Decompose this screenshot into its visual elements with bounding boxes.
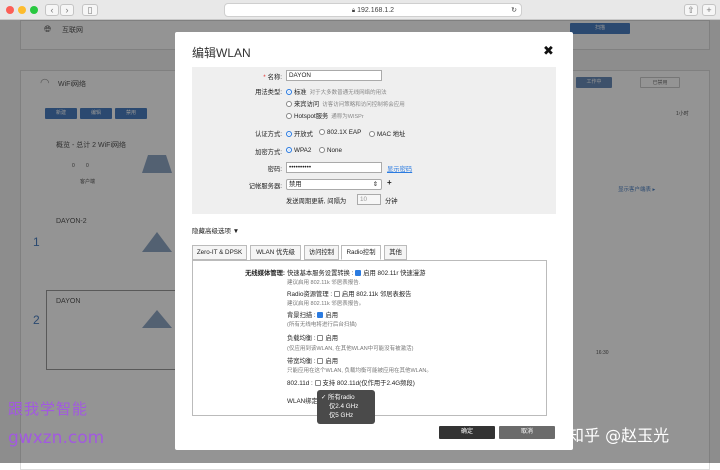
band-balance-hint: 只能应用在这个WLAN, 负载均衡可能被应用在其他WLAN。 [287, 368, 432, 374]
rrm-checkbox[interactable] [333, 291, 340, 297]
watermark-author: 知乎 @赵玉光 [568, 426, 670, 445]
encryption-label: 加密方式: [255, 149, 282, 156]
dropdown-option-24ghz[interactable]: 仅2.4 GHz [321, 402, 375, 411]
sidebar-icon[interactable]: ▯ [82, 4, 98, 16]
url-text: 192.168.1.2 [357, 7, 395, 14]
enc-wpa2-radio[interactable]: WPA2 [286, 147, 311, 154]
auth-label: 认证方式: [255, 131, 282, 138]
wlan-binding-dropdown[interactable]: ✓ 所有radio 仅2.4 GHz 仅5 GHz [317, 390, 375, 424]
auth-8021x-radio[interactable]: 802.1X EAP [319, 129, 361, 136]
interim-label: 发送周期更新, 间隔为 [286, 198, 347, 205]
load-balance-checkbox[interactable] [317, 335, 324, 341]
fast-bss-checkbox[interactable] [355, 270, 362, 276]
band-balance-checkbox[interactable] [317, 358, 324, 364]
share-icon[interactable]: ⇧ [684, 4, 698, 16]
tab-other[interactable]: 其他 [384, 245, 407, 260]
dropdown-option-all-radio[interactable]: ✓ 所有radio [321, 393, 375, 402]
lock-icon: 🔒︎ [351, 8, 356, 14]
ok-button[interactable]: 确定 [439, 426, 495, 439]
band-balance-row: 带宽均衡 : 启用 [287, 358, 339, 365]
load-balance-hint: (仅应用到该WLAN, 在其他WLAN中可能没有被激活) [287, 346, 414, 352]
tab-zero-it[interactable]: Zero-IT & DPSK [192, 245, 247, 260]
cancel-button[interactable]: 取消 [499, 426, 555, 439]
accounting-select[interactable]: 禁用 ⇕ [286, 179, 382, 190]
close-window-button[interactable] [6, 6, 14, 14]
tab-wlan-priority[interactable]: WLAN 优先级 [250, 245, 301, 260]
hide-advanced-toggle[interactable]: 隐藏高级选项 ▼ [192, 225, 239, 235]
auth-mac-radio[interactable]: MAC 地址 [369, 129, 405, 138]
name-input[interactable]: DAYON [286, 70, 382, 81]
add-icon[interactable]: + [387, 178, 392, 187]
back-icon[interactable]: ‹ [45, 4, 59, 16]
accounting-label: 记帐服务器: [248, 183, 282, 190]
reload-icon[interactable]: ↻ [511, 4, 517, 17]
watermark-text: 跟我学智能 [8, 400, 89, 418]
dialog-title: 编辑WLAN [192, 46, 251, 60]
basic-settings-form: * 名称: DAYON 用法类型: 标准 对于大多数普通无线网络的用法 来宾访问 访客… [192, 67, 556, 214]
zoom-window-button[interactable] [30, 6, 38, 14]
interim-input[interactable]: 10 [357, 194, 381, 205]
password-label: 密码: [267, 166, 282, 173]
usage-label: 用法类型: [255, 89, 282, 96]
address-bar[interactable]: 🔒︎ 192.168.1.2 ↻ [224, 3, 522, 17]
wlan-binding-label: WLAN绑定 [287, 398, 318, 405]
tab-access-control[interactable]: 访问控制 [304, 245, 339, 260]
new-tab-icon[interactable]: + [702, 4, 716, 16]
fast-bss-row: 快速基本服务设置转换 : 启用 802.11r 快速漫游 [287, 270, 426, 277]
edit-wlan-dialog: 编辑WLAN ✖ * 名称: DAYON 用法类型: 标准 对于大多数普通无线网络的… [175, 32, 573, 450]
80211d-row: 802.11d : 支持 802.11d(仅作用于2.4G频段) [287, 380, 415, 387]
fast-bss-hint: 建议启用 802.11k 邻居表报告. [287, 280, 361, 286]
media-management-label: 无线媒体管理: [245, 270, 285, 277]
name-label: * 名称: [263, 74, 282, 81]
browser-toolbar: ‹ › ▯ 🔒︎ 192.168.1.2 ↻ ⇧ + [0, 0, 720, 20]
rrm-hint: 建议启用 802.11k 邻居表报告。 [287, 301, 365, 307]
load-balance-row: 负载均衡 : 启用 [287, 335, 339, 342]
tab-radio-control[interactable]: Radio控制 [341, 245, 381, 260]
show-password-link[interactable]: 显示密码 [387, 164, 412, 173]
password-input[interactable]: •••••••••• [286, 162, 382, 173]
80211d-checkbox[interactable] [314, 380, 321, 386]
forward-icon[interactable]: › [60, 4, 74, 16]
select-arrow-icon: ⇕ [372, 181, 378, 188]
watermark-url: gwxzn.com [8, 428, 105, 448]
usage-hotspot-radio[interactable]: Hotspot服务 通称为WISPr [286, 111, 364, 120]
bg-scan-row: 背景扫描 : 启用 [287, 312, 339, 319]
auth-open-radio[interactable]: 开放式 [286, 129, 313, 138]
usage-standard-radio[interactable]: 标准 对于大多数普通无线网络的用法 [286, 87, 387, 96]
usage-guest-radio[interactable]: 来宾访问 访客访问策略和访问控制将会应用 [286, 99, 405, 108]
dropdown-option-5ghz[interactable]: 仅5 GHz [321, 411, 375, 420]
bg-scan-hint: (所有无线电将进行后台扫描) [287, 322, 357, 328]
bg-scan-checkbox[interactable] [317, 312, 324, 318]
interim-unit: 分钟 [385, 198, 398, 205]
close-icon[interactable]: ✖ [543, 43, 554, 59]
rrm-row: Radio资源管理 : 启用 802.11k 邻居表报告 [287, 291, 412, 298]
enc-none-radio[interactable]: None [319, 147, 342, 154]
minimize-window-button[interactable] [18, 6, 26, 14]
